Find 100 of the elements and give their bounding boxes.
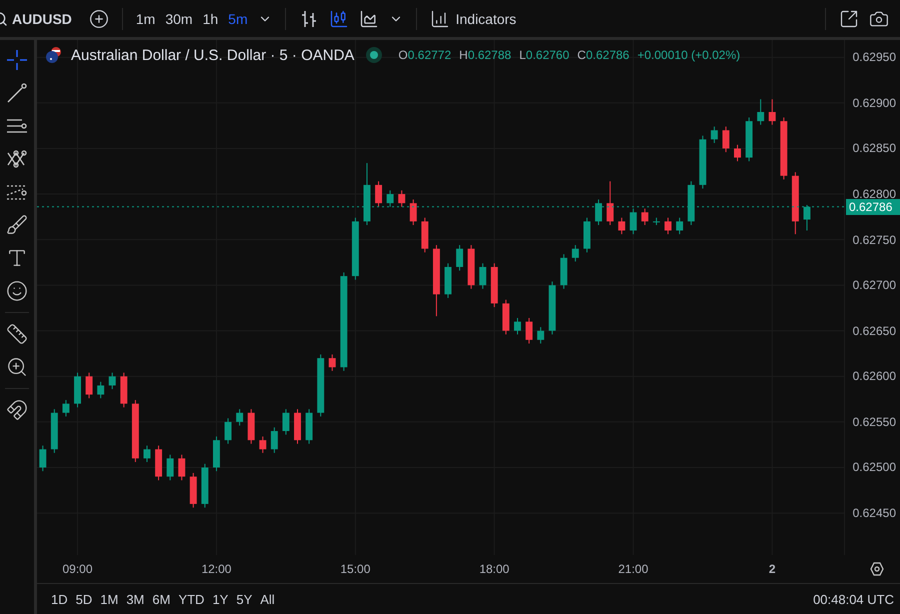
candle xyxy=(676,217,684,235)
time-label: 2 xyxy=(768,562,776,576)
candle xyxy=(132,400,139,463)
time-label: 18:00 xyxy=(479,562,510,576)
flag-icon xyxy=(45,46,63,64)
trend-line-icon xyxy=(6,82,28,104)
candle xyxy=(699,135,706,190)
candle xyxy=(652,217,660,226)
interval-button[interactable]: 5m xyxy=(223,6,253,30)
candle xyxy=(490,262,498,308)
candle xyxy=(502,299,510,335)
ohlc-value: H0.62788 xyxy=(459,48,512,62)
price-label: 0.62550 xyxy=(852,414,896,429)
text-icon xyxy=(6,247,28,269)
candle xyxy=(62,400,70,417)
range-button[interactable]: 1D xyxy=(47,590,72,608)
candle xyxy=(201,463,208,508)
price-label: 0.62450 xyxy=(852,506,896,520)
range-button[interactable]: 3M xyxy=(122,590,148,608)
range-button[interactable]: 1Y xyxy=(208,590,232,608)
price-label: 0.62950 xyxy=(852,50,896,64)
pattern-icon xyxy=(6,148,28,170)
price-label: 0.62600 xyxy=(852,369,896,384)
candle xyxy=(364,162,370,226)
candle xyxy=(618,217,626,235)
price-change: +0.00010 (+0.02%) xyxy=(637,48,740,62)
magnet-icon xyxy=(6,399,28,421)
candle xyxy=(108,372,116,390)
candle xyxy=(584,217,590,253)
time-label: 21:00 xyxy=(618,562,648,576)
indicators-button[interactable]: Indicators xyxy=(424,4,522,32)
popout-icon xyxy=(839,8,859,28)
candle xyxy=(97,381,104,399)
candle xyxy=(178,454,186,481)
zoom-in-icon xyxy=(6,356,28,378)
candle xyxy=(375,180,382,208)
range-button[interactable]: 6M xyxy=(148,590,174,608)
interval-button[interactable]: 1h xyxy=(198,6,224,30)
price-label: 0.62750 xyxy=(852,232,896,247)
candle xyxy=(144,445,150,463)
candle xyxy=(410,199,417,226)
candle xyxy=(792,172,799,235)
candle xyxy=(86,372,93,399)
time-label: 12:00 xyxy=(201,562,232,576)
candle xyxy=(479,262,486,290)
candle xyxy=(398,190,406,208)
candle xyxy=(39,445,46,472)
area-chart-icon xyxy=(358,8,379,28)
ruler-icon xyxy=(6,323,28,345)
settings-icon[interactable] xyxy=(870,562,884,576)
brush-icon xyxy=(6,214,28,236)
time-label: 09:00 xyxy=(62,562,93,576)
candlestick-icon xyxy=(328,8,349,28)
candle xyxy=(468,244,475,290)
candle xyxy=(224,418,232,444)
candle xyxy=(386,190,394,208)
range-button[interactable]: 5D xyxy=(72,590,96,608)
candle xyxy=(317,354,324,417)
candle xyxy=(710,126,718,144)
candle xyxy=(166,454,174,481)
candle xyxy=(537,326,544,344)
interval-button[interactable]: 30m xyxy=(160,6,198,30)
symbol-name[interactable]: AUDUSD xyxy=(12,10,72,26)
candle xyxy=(74,372,81,408)
ohlc-value: L0.62760 xyxy=(519,48,570,62)
candle xyxy=(548,281,556,335)
candle xyxy=(421,217,428,253)
candle xyxy=(722,126,730,153)
range-button[interactable]: 1M xyxy=(96,590,122,608)
candle xyxy=(259,436,266,454)
candle xyxy=(803,204,810,231)
price-label: 0.62800 xyxy=(852,187,896,202)
candle xyxy=(306,408,313,444)
candle xyxy=(328,354,336,372)
smiley-icon xyxy=(6,280,28,302)
candle xyxy=(120,372,128,408)
price-label: 0.62850 xyxy=(852,141,896,156)
candle xyxy=(352,217,359,280)
candle xyxy=(294,408,301,444)
bar-chart-icon xyxy=(430,8,450,28)
interval-button[interactable]: 1m xyxy=(130,6,160,30)
ohlc-value: O0.62772 xyxy=(398,48,452,62)
candle xyxy=(50,408,58,454)
candle xyxy=(444,262,452,298)
candle xyxy=(155,445,162,481)
range-button[interactable]: 5Y xyxy=(232,590,256,608)
candle xyxy=(664,217,672,235)
chart-title: Australian Dollar / U.S. Dollar · 5 · OANDA xyxy=(71,46,354,64)
candle xyxy=(606,180,614,226)
candle xyxy=(190,472,197,508)
range-button[interactable]: All xyxy=(256,590,279,608)
crosshair-icon xyxy=(6,49,28,71)
candle xyxy=(768,98,776,126)
candle xyxy=(780,116,788,180)
candle xyxy=(595,199,602,226)
candle xyxy=(248,408,255,444)
candle xyxy=(572,244,579,262)
price-label: 0.62900 xyxy=(852,96,896,110)
range-button[interactable]: YTD xyxy=(174,590,208,608)
candle xyxy=(560,254,568,290)
